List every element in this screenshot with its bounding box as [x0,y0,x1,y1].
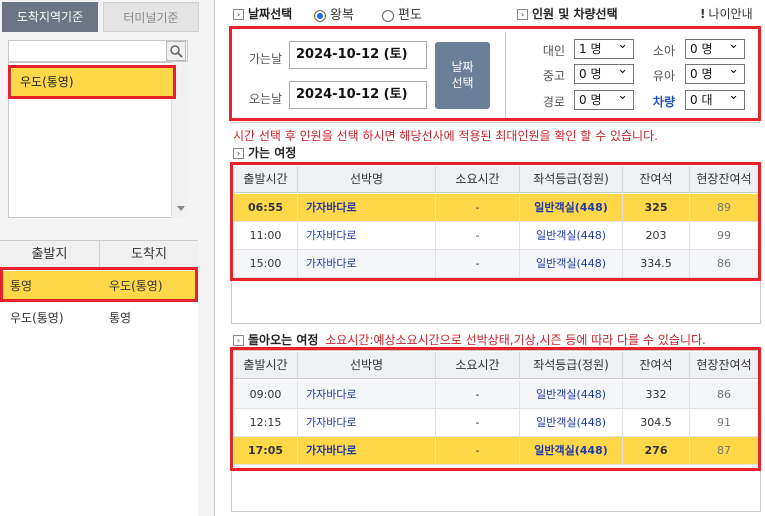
route-header-to: 도착지 [99,241,198,268]
left-panel: 도착지역기준 터미널기준 우도(통영) 출발지 도착지 통영 우도(통영) 우도… [0,0,215,516]
tab-terminal[interactable]: 터미널기준 [103,2,199,32]
route-row[interactable]: 우도(통영) 통영 [0,303,198,333]
region-search-input[interactable] [8,40,188,62]
route-table-header: 출발지 도착지 [0,240,198,268]
route-to: 통영 [109,311,132,325]
notice-text: 시간 선택 후 인원을 선택 하시면 해당선사에 적용된 최대인원을 확인 할 … [233,129,658,143]
search-icon[interactable] [166,41,186,61]
chevron-right-icon: › [517,9,528,20]
route-from: 우도(통영) [10,311,64,325]
inbound-note: 소요시간:예상소요시간으로 선박상태,기상,시즌 등에 따라 다를 수 있습니다… [325,333,706,347]
radio-unchecked-icon [382,9,394,22]
chevron-right-icon: › [233,335,244,346]
exclamation-icon: ! [700,7,706,21]
date-section-header: › 날짜선택 [233,5,292,22]
route-list: 통영 우도(통영) 우도(통영) 통영 [0,268,198,516]
one-way-radio[interactable]: 편도 [382,4,422,23]
chevron-right-icon: › [233,9,244,20]
chevron-right-icon: › [233,148,244,159]
people-section-header: › 인원 및 차량선택 [517,5,618,22]
inbound-header: › 돌아오는 여정 소요시간:예상소요시간으로 선박상태,기상,시즌 등에 따라 … [233,331,706,348]
age-guide-link[interactable]: ! 나이안내 [700,5,753,22]
tab-arrival-region[interactable]: 도착지역기준 [2,2,98,32]
highlight-box [230,347,761,471]
round-trip-radio[interactable]: 왕복 [314,4,354,23]
route-header-from: 출발지 [31,247,68,262]
radio-checked-icon [314,9,326,22]
outbound-header: › 가는 여정 [233,144,296,161]
highlight-box [230,162,761,281]
highlight-box [8,65,176,99]
highlight-box [229,26,761,121]
highlight-box [0,267,198,302]
